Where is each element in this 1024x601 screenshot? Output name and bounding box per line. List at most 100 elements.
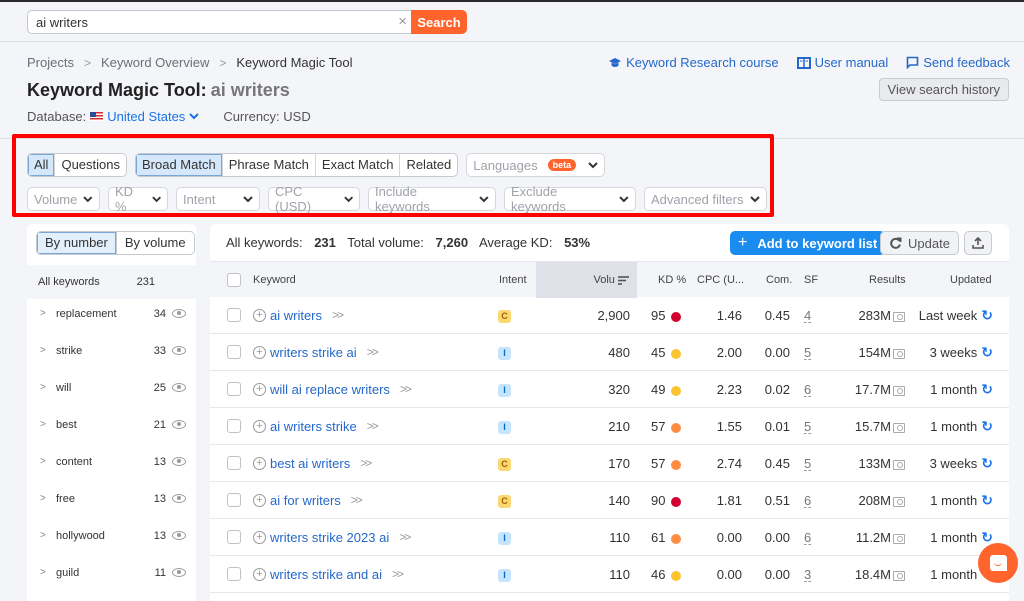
keyword-research-course-link[interactable]: Keyword Research course <box>608 55 779 70</box>
keyword-group-item[interactable]: > best 21 <box>27 406 196 443</box>
serp-preview-icon[interactable] <box>893 459 905 470</box>
double-chevron-icon[interactable]: >> <box>367 408 379 445</box>
serp-features-count[interactable]: 6 <box>804 531 812 545</box>
double-chevron-icon[interactable]: >> <box>399 519 411 556</box>
keyword-link[interactable]: + will ai replace writers >> <box>253 371 412 408</box>
breadcrumb-keyword-overview[interactable]: Keyword Overview <box>101 55 209 70</box>
chevron-right-icon[interactable]: > <box>40 308 56 319</box>
refresh-icon[interactable]: ↻ <box>981 381 993 397</box>
column-competition[interactable]: Com. <box>766 262 792 298</box>
serp-features-count[interactable]: 6 <box>804 383 812 397</box>
add-keyword-icon[interactable]: + <box>253 420 266 433</box>
keyword-link[interactable]: + ai writers >> <box>253 297 344 334</box>
double-chevron-icon[interactable]: >> <box>351 482 363 519</box>
add-to-keyword-list-button[interactable]: + Add to keyword list <box>730 231 886 255</box>
refresh-icon[interactable]: ↻ <box>981 492 993 508</box>
search-button[interactable]: Search <box>411 10 467 34</box>
serp-preview-icon[interactable] <box>893 570 905 581</box>
refresh-icon[interactable]: ↻ <box>981 344 993 360</box>
serp-features-count[interactable]: 5 <box>804 457 812 471</box>
chevron-right-icon[interactable]: > <box>40 382 56 393</box>
user-manual-link[interactable]: User manual <box>796 55 888 70</box>
double-chevron-icon[interactable]: >> <box>360 445 372 482</box>
keyword-link[interactable]: + writers strike ai >> <box>253 334 379 371</box>
row-checkbox[interactable] <box>227 345 241 359</box>
chevron-right-icon[interactable]: > <box>40 567 56 578</box>
keyword-link[interactable]: + best ai writers >> <box>253 445 372 482</box>
row-checkbox[interactable] <box>227 308 241 322</box>
chevron-right-icon[interactable]: > <box>40 345 56 356</box>
serp-features-count[interactable]: 3 <box>804 568 812 582</box>
column-volume[interactable]: Volu <box>536 262 637 298</box>
eye-icon[interactable] <box>172 568 186 577</box>
eye-icon[interactable] <box>172 383 186 392</box>
chat-support-button[interactable] <box>978 543 1018 583</box>
add-keyword-icon[interactable]: + <box>253 494 266 507</box>
clear-icon[interactable]: × <box>398 13 407 31</box>
add-keyword-icon[interactable]: + <box>253 457 266 470</box>
double-chevron-icon[interactable]: >> <box>400 371 412 408</box>
eye-icon[interactable] <box>172 494 186 503</box>
row-checkbox[interactable] <box>227 456 241 470</box>
keyword-group-item[interactable]: > guild 11 <box>27 554 196 591</box>
keyword-link[interactable]: + writers strike and ai >> <box>253 556 404 593</box>
keyword-group-item[interactable]: > will 25 <box>27 369 196 406</box>
refresh-icon[interactable]: ↻ <box>981 455 993 471</box>
row-checkbox[interactable] <box>227 530 241 544</box>
column-cpc[interactable]: CPC (U... <box>697 262 744 298</box>
tab-by-volume[interactable]: By volume <box>115 232 194 254</box>
column-kd[interactable]: KD % <box>658 262 686 298</box>
column-updated[interactable]: Updated <box>950 262 992 298</box>
row-checkbox[interactable] <box>227 493 241 507</box>
all-keywords-group[interactable]: All keywords 231 <box>27 265 196 299</box>
add-keyword-icon[interactable]: + <box>253 383 266 396</box>
search-input[interactable] <box>27 10 411 34</box>
chevron-right-icon[interactable]: > <box>40 530 56 541</box>
eye-icon[interactable] <box>172 420 186 429</box>
database-selector[interactable]: United States <box>107 109 200 124</box>
column-intent[interactable]: Intent <box>499 262 527 298</box>
serp-preview-icon[interactable] <box>893 311 905 322</box>
export-button[interactable] <box>964 231 992 255</box>
select-all-checkbox[interactable] <box>227 273 241 287</box>
column-sf[interactable]: SF <box>804 262 818 298</box>
keyword-group-item[interactable]: > hollywood 13 <box>27 517 196 554</box>
refresh-icon[interactable]: ↻ <box>981 307 993 323</box>
add-keyword-icon[interactable]: + <box>253 568 266 581</box>
eye-icon[interactable] <box>172 457 186 466</box>
serp-features-count[interactable]: 5 <box>804 346 812 360</box>
serp-preview-icon[interactable] <box>893 422 905 433</box>
chevron-right-icon[interactable]: > <box>40 493 56 504</box>
double-chevron-icon[interactable]: >> <box>332 297 344 334</box>
double-chevron-icon[interactable]: >> <box>367 334 379 371</box>
keyword-link[interactable]: + writers strike 2023 ai >> <box>253 519 411 556</box>
chevron-right-icon[interactable]: > <box>40 456 56 467</box>
breadcrumb-projects[interactable]: Projects <box>27 55 74 70</box>
eye-icon[interactable] <box>172 346 186 355</box>
eye-icon[interactable] <box>172 531 186 540</box>
eye-icon[interactable] <box>172 309 186 318</box>
update-button[interactable]: Update <box>880 231 959 255</box>
tab-by-number[interactable]: By number <box>37 232 116 254</box>
serp-preview-icon[interactable] <box>893 348 905 359</box>
row-checkbox[interactable] <box>227 382 241 396</box>
serp-preview-icon[interactable] <box>893 533 905 544</box>
serp-features-count[interactable]: 6 <box>804 494 812 508</box>
add-keyword-icon[interactable]: + <box>253 346 266 359</box>
send-feedback-link[interactable]: Send feedback <box>906 55 1010 70</box>
add-keyword-icon[interactable]: + <box>253 531 266 544</box>
keyword-group-item[interactable]: > content 13 <box>27 443 196 480</box>
keyword-link[interactable]: + ai for writers >> <box>253 482 363 519</box>
serp-preview-icon[interactable] <box>893 385 905 396</box>
double-chevron-icon[interactable]: >> <box>392 556 404 593</box>
serp-preview-icon[interactable] <box>893 496 905 507</box>
chevron-right-icon[interactable]: > <box>40 419 56 430</box>
keyword-link[interactable]: + ai writers strike >> <box>253 408 379 445</box>
keyword-group-item[interactable]: > free 13 <box>27 480 196 517</box>
refresh-icon[interactable]: ↻ <box>981 529 993 545</box>
column-results[interactable]: Results <box>869 262 906 298</box>
column-keyword[interactable]: Keyword <box>253 262 296 298</box>
view-search-history-button[interactable]: View search history <box>878 78 1009 101</box>
serp-features-count[interactable]: 5 <box>804 420 812 434</box>
keyword-group-item[interactable]: > replacement 34 <box>27 295 196 332</box>
